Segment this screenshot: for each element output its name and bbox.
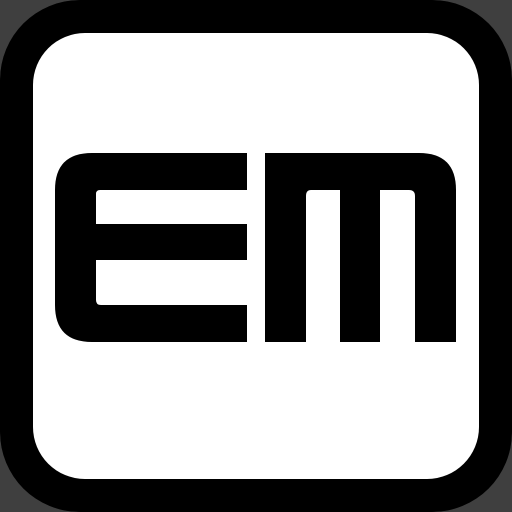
letter-m-glyph (265, 153, 456, 342)
letter-e-glyph (55, 153, 247, 342)
em-logo-icon: EM (0, 0, 512, 512)
em-app-icon[interactable]: EM (0, 0, 512, 512)
